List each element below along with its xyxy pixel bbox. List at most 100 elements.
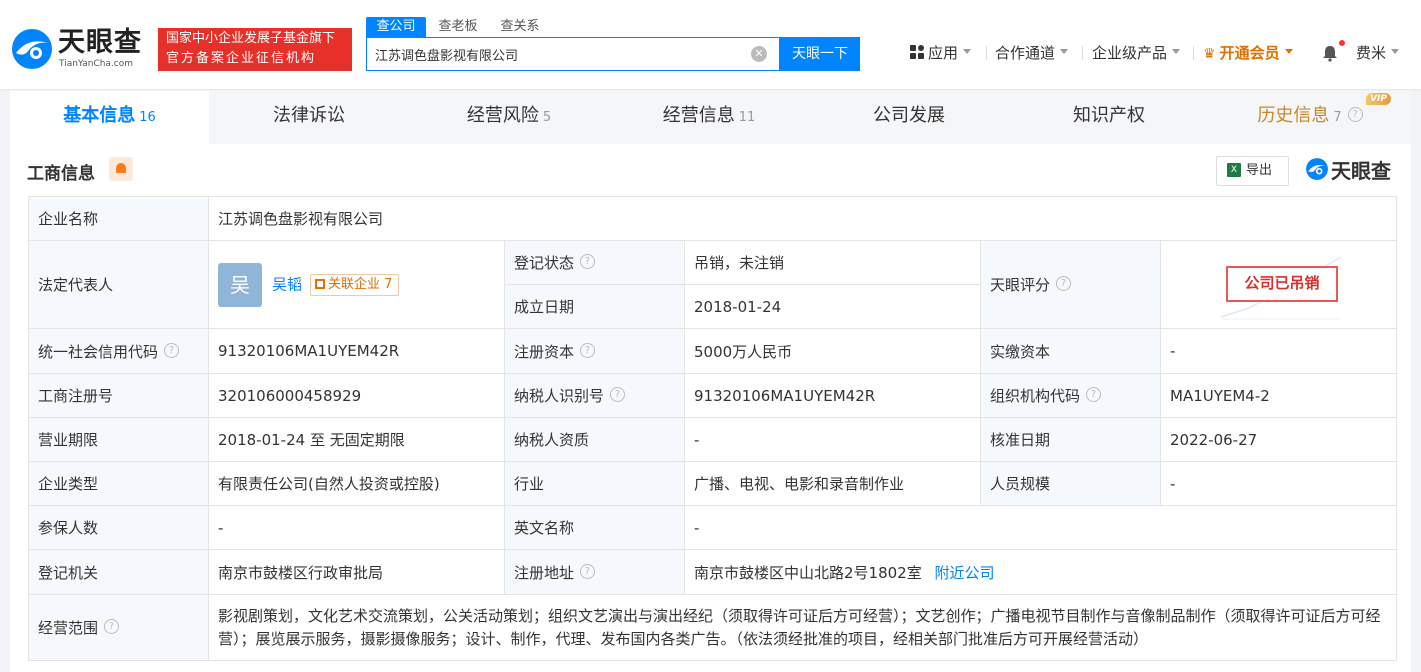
help-icon[interactable]: ? [580, 254, 596, 269]
insured-value: - [208, 505, 505, 550]
search-input[interactable] [375, 38, 745, 70]
business-info-table: 企业名称 江苏调色盘影视有限公司 法定代表人 吴吴韬 关联企业 7 登记状态? 吊… [28, 196, 1398, 661]
help-icon[interactable]: ? [1086, 387, 1102, 402]
nav-channel[interactable]: 合作通道 [995, 42, 1069, 64]
field-label: 参保人数 [28, 505, 209, 550]
table-row: 参保人数 - 英文名称 - [28, 505, 1398, 550]
field-label: 法定代表人 [28, 240, 209, 329]
field-label: 核准日期 [980, 417, 1161, 462]
address-cell: 南京市鼓楼区中山北路2号1802室 附近公司 [683, 549, 1398, 595]
nearby-companies-link[interactable]: 附近公司 [935, 564, 995, 582]
taxpayer-qual-value: - [684, 417, 981, 462]
bell-icon[interactable] [1321, 44, 1339, 62]
tab-label: 经营风险 [466, 105, 539, 126]
tab-count: 5 [542, 110, 552, 125]
revoked-stamp: 公司已吊销 [1226, 266, 1338, 302]
type-value: 有限责任公司(自然人投资或控股) [208, 461, 505, 506]
org-code-value: MA1UYEM4-2 [1159, 373, 1398, 418]
field-label: 经营范围 [38, 619, 99, 637]
credit-code-value: 91320106MA1UYEM42R [208, 328, 505, 374]
tab-ip[interactable]: 知识产权 [1009, 91, 1209, 144]
nav-apps[interactable]: 应用 [910, 42, 972, 64]
watermark-text: 天眼查 [1331, 159, 1391, 183]
nav-vip-label: 开通会员 [1219, 44, 1280, 62]
tab-operation[interactable]: 经营信息 11 [609, 91, 809, 144]
score-cell: 公司已吊销 [1159, 240, 1398, 329]
logo-eye-icon [1306, 158, 1328, 180]
related-companies-badge[interactable]: 关联企业 7 [310, 273, 400, 296]
help-icon[interactable]: ? [580, 563, 596, 579]
field-label: 成立日期 [504, 284, 685, 329]
tianyancha-watermark: 天眼查 [1305, 157, 1400, 183]
help-icon[interactable]: ? [164, 342, 180, 358]
tab-label: 公司发展 [873, 105, 945, 126]
tab-legal[interactable]: 法律诉讼 [209, 91, 409, 144]
table-row: 企业类型 有限责任公司(自然人投资或控股) 行业 广播、电视、电影和录音制作业 … [28, 461, 1398, 506]
field-label-cell: 经营范围? [28, 594, 209, 661]
help-icon[interactable]: ? [1056, 276, 1072, 291]
field-label: 登记状态 [514, 254, 575, 272]
scope-value: 影视剧策划，文化艺术交流策划，公关活动策划；组织文艺演出与演出经纪（须取得许可证… [207, 594, 1398, 661]
field-label-cell: 注册资本? [504, 328, 685, 374]
chevron-down-icon [963, 49, 972, 54]
export-button[interactable]: X 导出 [1216, 156, 1289, 186]
chevron-down-icon [1284, 49, 1293, 54]
term-value: 2018-01-24 至 无固定期限 [208, 417, 505, 462]
nav-vip[interactable]: ♛ 开通会员 [1203, 42, 1293, 64]
tab-count: 11 [738, 110, 756, 125]
authority-value: 南京市鼓楼区行政审批局 [208, 549, 505, 595]
field-label: 注册地址 [514, 563, 575, 582]
tab-development[interactable]: 公司发展 [809, 91, 1009, 144]
notification-dot [1339, 40, 1345, 46]
table-row: 工商注册号 320106000458929 纳税人识别号? 91320106MA… [28, 373, 1398, 418]
field-label: 纳税人识别号 [514, 387, 605, 405]
monitor-alarm-icon[interactable] [109, 157, 133, 181]
en-name-value: - [683, 505, 1398, 550]
search-button[interactable]: 天眼一下 [780, 37, 860, 71]
excel-icon: X [1227, 162, 1241, 177]
table-row: 统一社会信用代码? 91320106MA1UYEM42R 注册资本? 5000万… [28, 328, 1398, 374]
taxpayer-id-value: 91320106MA1UYEM42R [684, 373, 981, 418]
field-label: 企业名称 [28, 196, 209, 241]
nav-channel-label: 合作通道 [995, 44, 1056, 62]
nav-enterprise[interactable]: 企业级产品 [1092, 42, 1181, 64]
reg-status-value: 吊销，未注销 [684, 240, 981, 285]
official-badge[interactable]: 国家中小企业发展子基金旗下 官方备案企业征信机构 [158, 28, 352, 71]
tab-history[interactable]: VIP 历史信息 7? [1209, 91, 1411, 144]
company-name-value: 江苏调色盘影视有限公司 [207, 196, 1398, 241]
chevron-down-icon [1391, 49, 1400, 54]
field-label: 纳税人资质 [504, 417, 685, 462]
field-label: 行业 [504, 461, 685, 506]
related-label: 关联企业 [328, 276, 381, 292]
field-label: 实缴资本 [980, 328, 1161, 374]
tab-count: 7 [1333, 110, 1342, 125]
field-label: 企业类型 [28, 461, 209, 506]
search-tab-boss[interactable]: 查老板 [428, 17, 488, 37]
help-icon[interactable]: ? [580, 342, 596, 358]
legal-rep-link[interactable]: 吴韬 [272, 275, 302, 293]
paid-capital-value: - [1159, 328, 1398, 374]
tab-label: 历史信息 [1257, 105, 1330, 126]
search-tab-relation[interactable]: 查关系 [490, 17, 550, 37]
field-label: 英文名称 [504, 505, 685, 550]
crown-icon: ♛ [1203, 46, 1216, 62]
field-label: 营业期限 [28, 417, 209, 462]
help-icon[interactable]: ? [104, 619, 120, 634]
tab-label: 法律诉讼 [273, 105, 345, 126]
tab-label: 基本信息 [63, 105, 136, 126]
nav-user[interactable]: 费米 [1356, 42, 1400, 64]
tianyancha-logo[interactable]: 天眼查 TianYanCha.com [10, 27, 150, 73]
section-title: 工商信息 [27, 164, 95, 184]
help-icon[interactable]: ? [1347, 106, 1363, 122]
help-icon[interactable]: ? [610, 387, 626, 402]
search-tab-company[interactable]: 查公司 [366, 17, 426, 37]
tab-risk[interactable]: 经营风险 5 [409, 91, 609, 144]
avatar[interactable]: 吴 [218, 262, 262, 307]
tab-basic-info[interactable]: 基本信息 16 [10, 91, 209, 144]
nav-apps-label: 应用 [928, 44, 959, 62]
field-label: 天眼评分 [990, 276, 1051, 294]
apps-grid-icon [910, 44, 924, 59]
field-label-cell: 组织机构代码? [980, 373, 1161, 418]
tab-label: 经营信息 [662, 105, 735, 126]
clear-icon[interactable]: ✕ [751, 46, 767, 62]
